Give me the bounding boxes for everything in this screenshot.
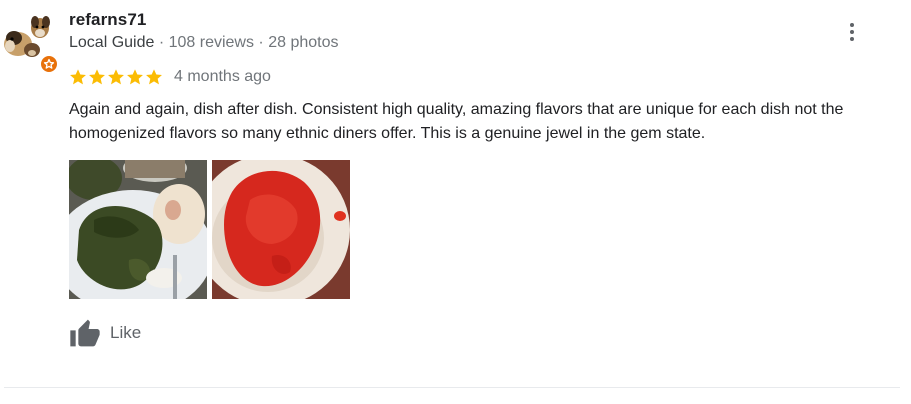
star-icon (146, 69, 162, 85)
review-photo-2[interactable] (212, 160, 350, 299)
review-count: 108 reviews (168, 34, 254, 51)
star-icon (70, 69, 86, 85)
rating-row: 4 months ago (69, 66, 271, 88)
star-icon (108, 69, 124, 85)
reviewer-name[interactable]: refarns71 (69, 10, 146, 30)
like-label: Like (110, 323, 142, 342)
star-icon (127, 69, 143, 85)
reviewer-meta: Local Guide · 108 reviews · 28 photos (69, 34, 338, 52)
star-icon (89, 69, 105, 85)
local-guide-label: Local Guide (69, 34, 155, 51)
review-photo-1[interactable] (69, 160, 207, 299)
meta-separator: · (154, 34, 169, 51)
star-rating (69, 68, 163, 86)
local-guide-star-icon (39, 54, 59, 74)
review-time: 4 months ago (174, 68, 271, 85)
more-vert-icon (850, 23, 854, 27)
meta-separator: · (253, 34, 269, 51)
photo-count: 28 photos (268, 34, 339, 51)
like-button[interactable]: Like (69, 318, 141, 348)
review-divider (4, 387, 900, 388)
thumb-up-icon (70, 319, 100, 347)
review-text: Again and again, dish after dish. Consis… (69, 101, 844, 142)
reviewer-avatar[interactable] (2, 12, 59, 74)
more-options-button[interactable] (840, 18, 864, 46)
